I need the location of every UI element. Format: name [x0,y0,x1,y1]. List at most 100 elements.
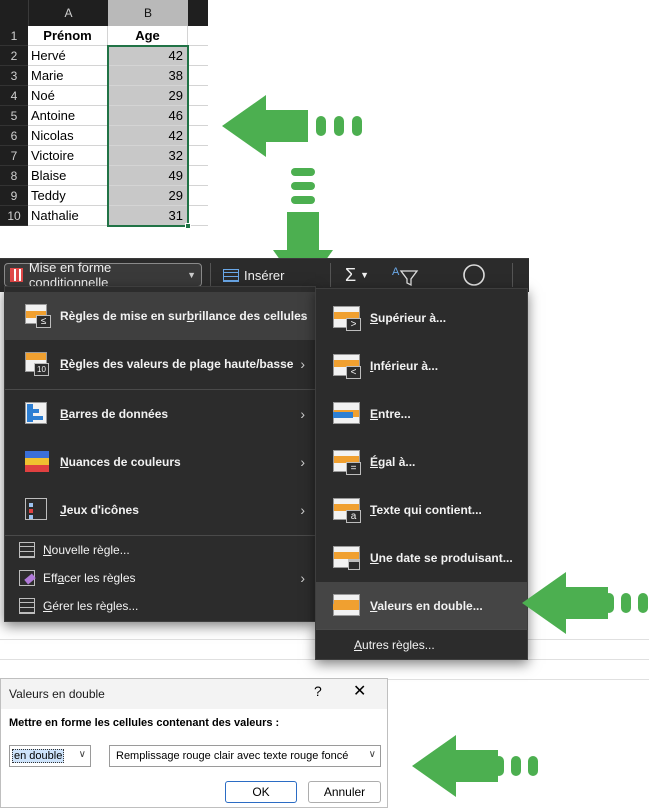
color-scales-icon [23,448,51,476]
cell-name[interactable]: Marie [28,66,108,86]
top-bottom-icon: 10 [23,350,51,378]
cancel-button[interactable]: Annuler [308,781,381,803]
sort-filter-icon: A [392,266,419,287]
menu-item-data-bars[interactable]: Barres de données › [5,390,315,438]
cell-name[interactable]: Nathalie [28,206,108,226]
conditional-formatting-icon [10,268,23,282]
row-header[interactable]: 1 [0,26,28,46]
svg-text:A: A [392,266,400,278]
cell-empty[interactable] [188,166,208,186]
date-occurring-icon [332,544,362,572]
menu-item-text-contains[interactable]: a Texte qui contient... [316,486,527,534]
cell-age[interactable]: 42 [108,46,188,66]
dialog-title: Valeurs en double [9,687,105,701]
help-icon[interactable]: ? [314,683,322,699]
cell-empty[interactable] [188,186,208,206]
cell-name[interactable]: Teddy [28,186,108,206]
table-row: 2 Hervé 42 [0,46,220,66]
row-header[interactable]: 7 [0,146,28,166]
row-header[interactable]: 2 [0,46,28,66]
row-header[interactable]: 9 [0,186,28,206]
highlight-rules-submenu: > Supérieur à... < Inférieur à... Entre... = É… [315,288,528,660]
row-header[interactable]: 3 [0,66,28,86]
row-header[interactable]: 10 [0,206,28,226]
chevron-down-icon: ∨ [368,749,376,760]
row-header[interactable]: 6 [0,126,28,146]
spreadsheet: A B 1 Prénom Age 2 Hervé 42 3 Marie 38 4 Noé 29 5 Ant… [0,0,220,229]
column-header-a[interactable]: A [28,0,108,26]
cell-name[interactable]: Prénom [28,26,108,46]
conditional-formatting-button[interactable]: Mise en forme conditionnelle ▼ [4,260,202,290]
select-all-corner[interactable] [0,0,28,26]
autosum-button[interactable]: Σ ▼ [340,263,374,287]
between-icon [332,400,362,428]
menu-item-color-scales[interactable]: Nuances de couleurs › [5,438,315,486]
duplicate-values-dialog: Valeurs en double ? ✕ Mettre en forme le… [0,678,388,808]
menu-item-icon-sets[interactable]: Jeux d'icônes › [5,486,315,534]
icon-sets-icon [23,496,51,524]
menu-item-duplicate-values[interactable]: Valeurs en double... [316,582,527,630]
cell-age[interactable]: 46 [108,106,188,126]
duplicate-type-select[interactable]: en double ∨ [9,745,91,767]
cell-age[interactable]: 32 [108,146,188,166]
format-select[interactable]: Remplissage rouge clair avec texte rouge… [109,745,381,767]
cell-empty[interactable] [188,126,208,146]
dialog-body: Mettre en forme les cellules contenant d… [1,709,387,807]
cell-empty[interactable] [188,86,208,106]
cell-age[interactable]: 29 [108,86,188,106]
menu-item-greater-than[interactable]: > Supérieur à... [316,294,527,342]
fill-handle[interactable] [185,223,191,229]
menu-item-highlight-cells-rules[interactable]: ≤ Règles de mise en surbrillance des cel… [5,292,315,340]
cell-age[interactable]: 38 [108,66,188,86]
menu-item-new-rule[interactable]: Nouvelle règle... [5,536,315,564]
cell-age[interactable]: 42 [108,126,188,146]
cell-name[interactable]: Blaise [28,166,108,186]
data-bars-icon [23,400,51,428]
insert-button[interactable]: Insérer [218,263,298,287]
cell-name[interactable]: Hervé [28,46,108,66]
row-header[interactable]: 8 [0,166,28,186]
menu-item-between[interactable]: Entre... [316,390,527,438]
cell-empty[interactable] [188,146,208,166]
column-header-b[interactable]: B [108,0,188,26]
cell-empty[interactable] [188,106,208,126]
find-select-button[interactable] [456,263,494,287]
arrow-left-icon [522,572,649,634]
cell-name[interactable]: Noé [28,86,108,106]
less-than-icon: < [332,352,362,380]
chevron-right-icon: › [300,356,305,372]
row-header[interactable]: 5 [0,106,28,126]
ok-button[interactable]: OK [225,781,297,803]
menu-item-clear-rules[interactable]: Effacer les règles › [5,564,315,592]
cell-age[interactable]: Age [108,26,188,46]
cell-empty[interactable] [188,26,208,46]
cell-empty[interactable] [188,46,208,66]
greater-than-icon: > [332,304,362,332]
menu-item-less-than[interactable]: < Inférieur à... [316,342,527,390]
row-header[interactable]: 4 [0,86,28,106]
cell-empty[interactable] [188,66,208,86]
table-row: 6 Nicolas 42 [0,126,220,146]
table-row: 7 Victoire 32 [0,146,220,166]
duplicate-values-icon [332,592,362,620]
table-row: 8 Blaise 49 [0,166,220,186]
insert-cells-icon [223,268,239,282]
chevron-down-icon: ▼ [187,270,196,280]
cell-name[interactable]: Victoire [28,146,108,166]
cell-name[interactable]: Antoine [28,106,108,126]
cell-age[interactable]: 31 [108,206,188,226]
highlight-cells-icon: ≤ [23,302,51,330]
menu-item-top-bottom-rules[interactable]: 10 Règles des valeurs de plage haute/bas… [5,340,315,388]
table-row: 5 Antoine 46 [0,106,220,126]
menu-item-date-occurring[interactable]: Une date se produisant... [316,534,527,582]
menu-item-equal-to[interactable]: = Égal à... [316,438,527,486]
menu-item-more-rules[interactable]: Autres règles... [316,631,527,659]
cell-age[interactable]: 29 [108,186,188,206]
cell-name[interactable]: Nicolas [28,126,108,146]
cell-age[interactable]: 49 [108,166,188,186]
close-icon[interactable]: ✕ [353,681,366,701]
menu-item-manage-rules[interactable]: Gérer les règles... [5,592,315,620]
chevron-down-icon: ▼ [360,270,370,280]
cell-empty[interactable] [188,206,208,226]
sort-filter-button[interactable]: A [384,263,424,287]
